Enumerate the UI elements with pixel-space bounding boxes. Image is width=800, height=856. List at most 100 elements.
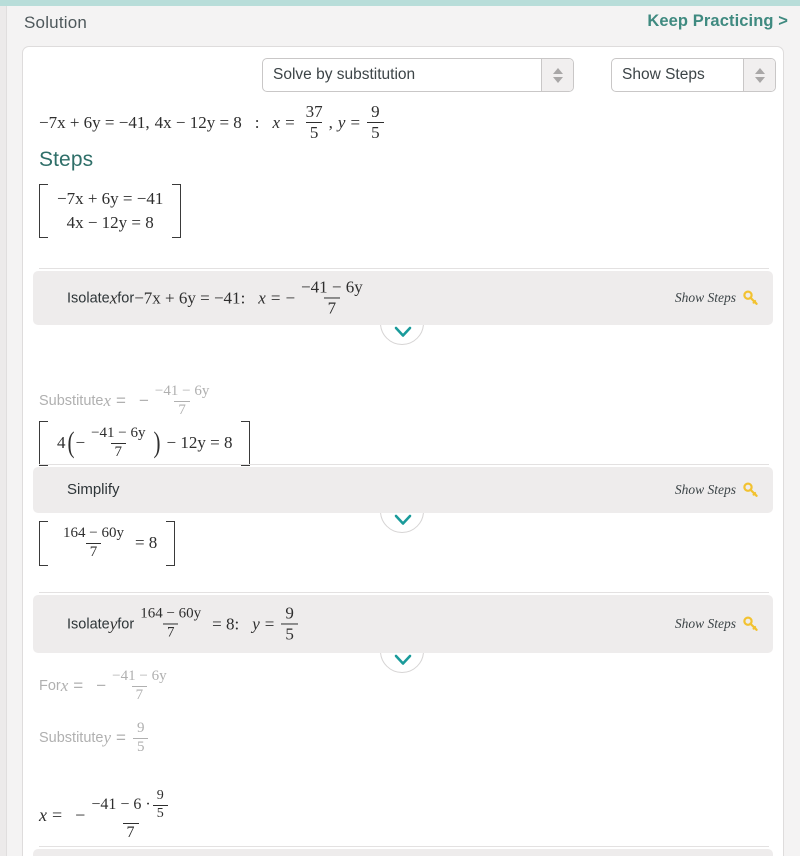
divider [39, 268, 769, 269]
substitute-x-var: x [103, 391, 112, 411]
matrix-row-2: 4x − 12y = 8 [66, 213, 154, 232]
answer-y-fraction: 9 5 [367, 102, 384, 142]
spinner-arrows-icon[interactable] [743, 59, 775, 91]
chevron-down-icon[interactable] [394, 514, 412, 527]
for-x-var: x [60, 676, 69, 696]
subeq-fraction: −41 − 6y 7 [87, 425, 149, 461]
expand-notch[interactable] [380, 653, 426, 675]
chevron-down-icon[interactable] [394, 654, 412, 667]
solution-page: Solution Keep Practicing > Solve by subs… [0, 0, 800, 856]
substitute-x-sign: − [138, 391, 149, 411]
step-isolate-x-numerator: −41 − 6y [301, 277, 363, 297]
show-steps-button[interactable]: Show Steps [675, 616, 759, 632]
chevron-down-icon[interactable] [394, 326, 412, 339]
answer-x-var: x [272, 112, 281, 132]
for-x-line: For x = − −41 − 6y 7 [39, 668, 173, 704]
page-title: Solution [24, 13, 88, 32]
step-isolate-y-result-eq: = [264, 614, 275, 633]
step-isolate-x-prefix: Isolate [67, 290, 110, 306]
problem-statement: −7x + 6y = −41, 4x − 12y = 8 : x = 37 5 … [39, 102, 386, 142]
expand-notch[interactable] [380, 513, 426, 535]
step-isolate-y[interactable]: Isolate y for 164 − 60y 7 = 8 : y = 9 5 [33, 595, 773, 673]
solve-method-select[interactable]: Solve by substitution [262, 58, 574, 92]
show-steps-label: Show Steps [674, 290, 736, 305]
right-rail [796, 6, 800, 856]
step-isolate-x-mid: for [117, 290, 135, 306]
system-matrix: −7x + 6y = −41 4x − 12y = 8 [39, 184, 182, 243]
final-fraction: −41 − 6 · 9 5 7 [87, 788, 173, 842]
step-isolate-y-fraction: 164 − 60y 7 [136, 605, 205, 642]
step-isolate-y-prefix: Isolate [67, 616, 110, 632]
final-inner-numerator: 9 [156, 788, 164, 803]
answer-x-numerator: 37 [305, 102, 323, 121]
step-isolate-y-var: y [109, 614, 118, 633]
show-steps-button[interactable]: Show Steps [675, 290, 759, 306]
for-x-fraction: −41 − 6y 7 [108, 668, 170, 704]
key-icon [743, 482, 758, 497]
substitute-x-equals: = [116, 391, 126, 411]
spinner-arrows-icon[interactable] [541, 59, 573, 91]
answer-y-equals: = [350, 112, 361, 132]
keep-practicing-link[interactable]: Keep Practicing > [647, 12, 788, 31]
step-simplify[interactable]: Simplify Show Steps [33, 467, 773, 533]
problem-eq1: −7x + 6y = −41, [39, 112, 150, 132]
show-steps-button[interactable]: Show Steps [675, 482, 759, 498]
problem-colon: : [254, 112, 260, 132]
step-isolate-x-fraction: −41 − 6y 7 [297, 278, 367, 317]
key-icon [743, 616, 758, 631]
final-equation: x = − −41 − 6 · 9 5 7 [39, 788, 176, 842]
divider [39, 464, 769, 465]
substitute-x-numerator: −41 − 6y [154, 383, 210, 399]
substitute-y-line: Substitute y = 9 5 [39, 720, 150, 756]
substitute-y-var: y [103, 728, 112, 748]
substitute-y-denominator: 5 [132, 737, 149, 756]
step-isolate-x[interactable]: Isolate x for −7x + 6y = −41 : x = − −41… [33, 271, 773, 345]
header: Solution Keep Practicing > [8, 6, 796, 46]
step-isolate-x-result-eq: = [270, 288, 281, 307]
step-isolate-x-equation: −7x + 6y = −41 [134, 288, 241, 307]
step-isolate-y-result-fraction: 9 5 [281, 604, 298, 643]
key-icon [743, 290, 758, 305]
step-isolate-x-result-sign: − [285, 288, 296, 307]
problem-eq2: 4x − 12y = 8 [154, 112, 242, 132]
show-steps-select[interactable]: Show Steps [611, 58, 776, 92]
final-var: x [39, 804, 47, 825]
substitute-y-fraction: 9 5 [132, 720, 149, 756]
step-isolate-x-colon: : [240, 288, 246, 307]
controls-row: Solve by substitution Show Steps [23, 58, 783, 94]
subeq-numerator: −41 − 6y [91, 425, 146, 441]
simplified-fraction: 164 − 60y 7 [59, 525, 128, 561]
for-x-label: For [39, 678, 61, 695]
answer-separator: , [328, 112, 333, 132]
step-isolate-x-result-var: x [258, 288, 266, 307]
substitute-y-numerator: 9 [136, 720, 145, 736]
answer-x-denominator: 5 [305, 122, 323, 142]
final-inner-fraction: 9 5 [152, 788, 168, 822]
for-x-denominator: 7 [131, 685, 148, 704]
step-isolate-x-var: x [109, 288, 118, 307]
step-isolate-y-result-var: y [252, 614, 260, 633]
step-isolate-y-numerator: 164 − 60y [140, 605, 202, 622]
step-next-partial[interactable] [33, 849, 773, 856]
final-denominator: 7 [122, 822, 139, 842]
matrix-row-1: −7x + 6y = −41 [57, 189, 164, 208]
answer-y-denominator: 5 [367, 122, 384, 142]
solve-method-value: Solve by substitution [273, 66, 416, 83]
for-x-sign: − [96, 676, 107, 696]
final-sign: − [75, 804, 86, 825]
for-x-numerator: −41 − 6y [112, 668, 167, 684]
substitute-y-equals: = [116, 728, 126, 748]
expand-notch[interactable] [380, 325, 426, 347]
left-rail [0, 6, 7, 856]
subeq-lead: 4 [57, 433, 66, 453]
step-isolate-y-result-numerator: 9 [285, 603, 294, 623]
final-numerator-text: −41 − 6 · [91, 795, 151, 813]
substitute-x-fraction: −41 − 6y 7 [151, 383, 213, 419]
step-simplify-label: Simplify [67, 481, 120, 498]
substitute-x-line: Substitute x = − −41 − 6y 7 [39, 383, 215, 419]
subeq-denominator: 7 [110, 442, 127, 461]
divider [39, 592, 769, 593]
close-paren: ) [153, 426, 161, 460]
show-steps-label: Show Steps [674, 616, 736, 631]
simplified-rhs: = 8 [134, 533, 158, 553]
